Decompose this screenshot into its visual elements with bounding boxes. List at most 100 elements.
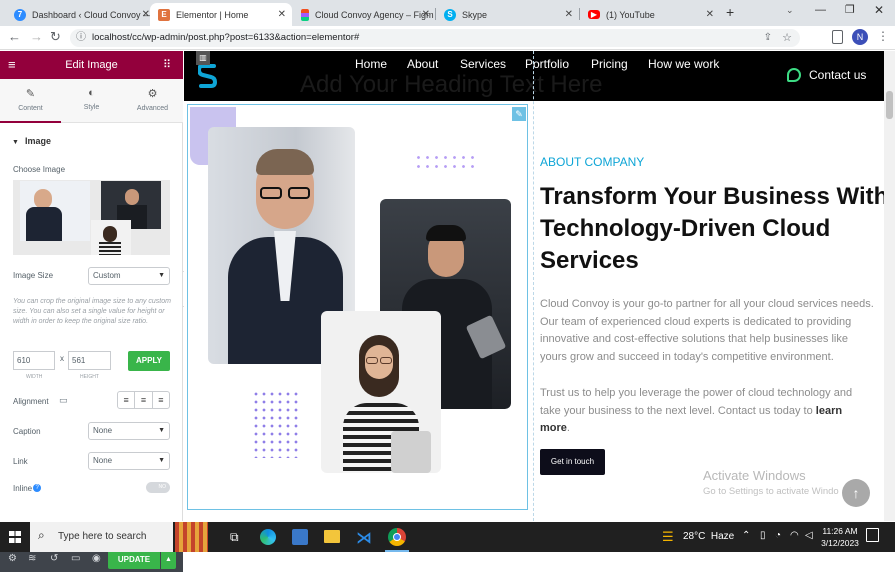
windows-start-icon[interactable] [9,531,21,543]
back-icon[interactable]: ← [8,29,21,44]
scrollbar-thumb[interactable] [886,91,893,119]
nav-link-about[interactable]: About [407,57,438,71]
height-input[interactable]: 561 [68,351,111,370]
get-in-touch-button[interactable]: Get in touch [540,449,605,475]
vscode-icon[interactable]: ⋊ [356,528,372,548]
about-eyebrow[interactable]: ABOUT COMPANY [540,155,644,169]
choose-image-label: Choose Image [13,165,66,174]
preview-eye-icon[interactable]: ◉ [92,553,101,564]
notifications-icon[interactable] [866,528,879,542]
bookmark-star-icon[interactable]: ☆ [782,29,792,47]
microsoft-store-icon[interactable] [292,529,308,545]
section-toggle[interactable]: ▼ Image [12,136,51,146]
close-icon[interactable]: ✕ [422,9,430,20]
minimize-icon[interactable]: — [815,4,826,16]
alignment-label: Alignment [13,397,49,406]
new-tab-button[interactable]: + [726,4,734,20]
align-right-icon[interactable]: ≡ [153,392,169,408]
section-handle-icon[interactable]: ▥ [196,51,210,65]
close-icon[interactable]: ✕ [142,9,150,20]
nav-link-portfolio[interactable]: Portfolio [525,57,569,71]
file-explorer-icon[interactable] [324,530,340,543]
search-highlight-icon[interactable] [175,522,208,552]
restore-icon[interactable]: ❐ [845,3,855,16]
about-heading[interactable]: Transform Your Business With Technology-… [540,181,888,277]
tray-wifi-icon[interactable]: ◠ [790,530,799,541]
save-options-caret-icon[interactable]: ▲ [161,550,176,569]
align-left-icon[interactable]: ≡ [118,392,136,408]
link-label: Link [13,457,28,466]
navigator-icon[interactable]: ≋ [28,553,36,564]
tab-skype[interactable]: S Skype ✕ [436,3,579,26]
wordpress-icon: 7 [14,8,26,21]
info-icon[interactable]: ⓘ [76,29,86,47]
tab-search-icon[interactable]: ⌄ [786,5,794,16]
tab-style[interactable]: ◐ Style [61,79,122,123]
reload-icon[interactable]: ↻ [50,29,61,45]
close-icon[interactable]: ✕ [706,9,714,20]
align-center-icon[interactable]: ≡ [135,392,153,408]
tab-youtube[interactable]: ▶ (1) YouTube ✕ [580,3,720,26]
help-icon[interactable]: ? [33,484,42,492]
caption-select[interactable]: None ▼ [88,422,170,440]
profile-avatar[interactable]: N [852,29,868,45]
tray-battery-icon[interactable]: ▯ [760,530,766,541]
tab-content[interactable]: ✎ Content [0,79,61,123]
nav-link-how-we-work[interactable]: How we work [648,57,719,71]
share-icon[interactable]: ⇪ [764,29,772,47]
history-icon[interactable]: ↺ [50,553,58,564]
widgets-grid-icon[interactable]: ⠿ [163,58,171,71]
windows-taskbar: ⌕ Type here to search ⧉ ⋊ ☰ 28°C Haze ⌃ … [0,522,895,552]
about-paragraph-1[interactable]: Cloud Convoy is your go-to partner for a… [540,296,875,366]
tray-volume-icon[interactable]: ◁ [805,530,813,541]
tab-advanced[interactable]: ⚙ Advanced [122,79,183,123]
chat-bubble-icon [787,68,801,82]
about-paragraph-2[interactable]: Trust us to help you leverage the power … [540,385,875,438]
nav-link-home[interactable]: Home [355,57,387,71]
height-caption: HEIGHT [80,374,99,380]
edge-browser-icon[interactable] [260,529,276,545]
edit-widget-pencil-icon[interactable]: ✎ [512,107,526,121]
responsive-desktop-icon[interactable]: ▭ [59,395,68,406]
scroll-to-top-arrow-icon[interactable]: ↑ [842,479,870,507]
tab-elementor[interactable]: E Elementor | Home ✕ [150,3,292,26]
settings-icon[interactable]: ⚙ [8,553,17,564]
forward-icon[interactable]: → [30,29,43,44]
site-logo[interactable] [196,63,218,89]
image-size-select[interactable]: Custom ▼ [88,267,170,285]
update-button[interactable]: UPDATE [108,550,160,569]
chrome-icon[interactable] [388,528,406,546]
activate-windows-title: Activate Windows [703,468,806,483]
side-panel-icon[interactable] [832,30,843,44]
tray-network-icon[interactable]: ◔ [775,530,781,541]
weather-text[interactable]: 28°C Haze [683,531,734,542]
address-bar[interactable]: ⓘ localhost/cc/wp-admin/post.php?post=61… [70,29,800,47]
tray-chevron-up-icon[interactable]: ⌃ [742,530,750,541]
inline-toggle[interactable]: NO [146,482,170,493]
task-view-icon[interactable]: ⧉ [230,530,239,545]
nav-link-services[interactable]: Services [460,57,506,71]
link-select[interactable]: None ▼ [88,452,170,470]
taskbar-search-box[interactable]: ⌕ Type here to search [30,522,173,552]
close-icon[interactable]: ✕ [565,9,573,20]
clock[interactable]: 11:26 AM 3/12/2023 [820,525,860,549]
browser-menu-icon[interactable]: ⋮ [877,29,889,43]
caret-down-icon: ▼ [12,139,19,146]
width-input[interactable]: 610 [13,351,55,370]
responsive-mode-icon[interactable]: ▭ [71,553,80,564]
panel-title: Edit Image [65,59,118,71]
canvas-scrollbar[interactable] [884,51,895,521]
window-close-icon[interactable]: ✕ [874,3,884,17]
placeholder-heading[interactable]: Add Your Heading Text Here [300,71,602,99]
close-icon[interactable]: ✕ [278,9,286,20]
pencil-icon: ✎ [25,88,36,100]
nav-link-pricing[interactable]: Pricing [591,57,628,71]
tab-figma[interactable]: Cloud Convoy Agency – Figm ✕ [293,3,436,26]
skype-icon: S [444,8,456,21]
apply-button[interactable]: APPLY [128,351,170,371]
image-preview[interactable] [13,180,170,255]
tab-dashboard[interactable]: 7 Dashboard ‹ Cloud Convoy — ✕ [6,3,156,26]
contact-us-link[interactable]: Contact us [809,68,866,82]
image-widget-selected[interactable]: ✎ [187,104,528,510]
select-caret-icon: ▼ [158,427,165,434]
